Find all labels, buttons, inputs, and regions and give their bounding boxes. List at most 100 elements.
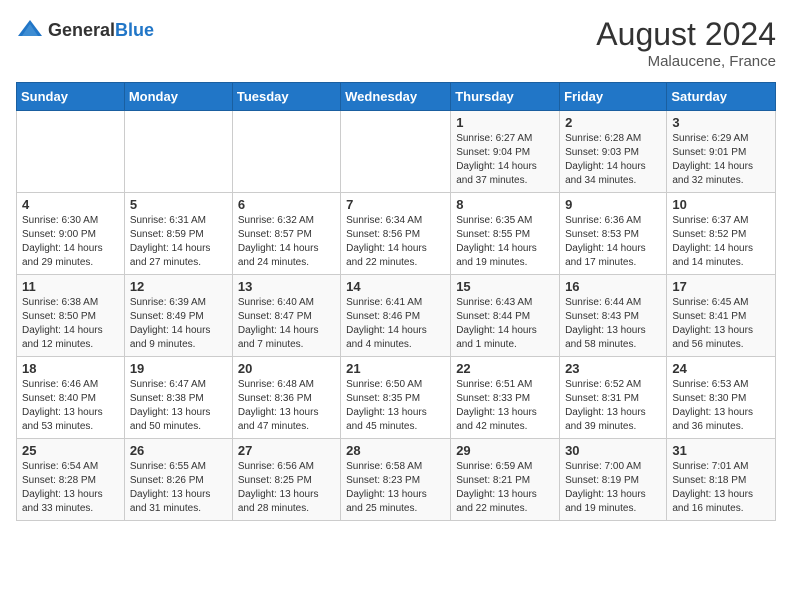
day-info: Sunrise: 6:41 AM Sunset: 8:46 PM Dayligh…: [346, 296, 445, 352]
calendar-cell: 4 Sunrise: 6:30 AM Sunset: 9:00 PM Daylig…: [17, 193, 125, 275]
calendar-cell: 27 Sunrise: 6:56 AM Sunset: 8:25 PM Dayli…: [232, 439, 340, 521]
calendar-week-row: 1 Sunrise: 6:27 AM Sunset: 9:04 PM Daylig…: [17, 111, 776, 193]
calendar-cell: 16Sunrise: 6:44 AM Sunset: 8:43 PM Dayli…: [560, 275, 667, 357]
day-info: Sunrise: 6:34 AM Sunset: 8:56 PM Dayligh…: [346, 214, 445, 270]
day-info: Sunrise: 6:36 AM Sunset: 8:53 PM Dayligh…: [565, 214, 661, 270]
day-info: Sunrise: 6:38 AM Sunset: 8:50 PM Dayligh…: [22, 296, 119, 352]
calendar-cell: 8Sunrise: 6:35 AM Sunset: 8:55 PM Daylig…: [451, 193, 560, 275]
col-header-tuesday: Tuesday: [232, 83, 340, 111]
calendar-header-row: SundayMondayTuesdayWednesdayThursdayFrid…: [17, 83, 776, 111]
calendar-cell: 21 Sunrise: 6:50 AM Sunset: 8:35 PM Dayli…: [341, 357, 451, 439]
page-header: GeneralBlue August 2024 Malaucene, Franc…: [16, 16, 776, 70]
day-info: Sunrise: 6:46 AM Sunset: 8:40 PM Dayligh…: [22, 378, 119, 434]
day-number: 15: [456, 279, 554, 294]
day-info: Sunrise: 6:50 AM Sunset: 8:35 PM Dayligh…: [346, 378, 445, 434]
calendar-cell: 20 Sunrise: 6:48 AM Sunset: 8:36 PM Dayli…: [232, 357, 340, 439]
location: Malaucene, France: [596, 53, 776, 70]
day-number: 20: [238, 361, 335, 376]
day-info: Sunrise: 6:40 AM Sunset: 8:47 PM Dayligh…: [238, 296, 335, 352]
col-header-thursday: Thursday: [451, 83, 560, 111]
day-number: 4: [22, 197, 119, 212]
day-info: Sunrise: 6:48 AM Sunset: 8:36 PM Dayligh…: [238, 378, 335, 434]
day-info: Sunrise: 7:00 AM Sunset: 8:19 PM Dayligh…: [565, 460, 661, 516]
calendar-cell: [232, 111, 340, 193]
calendar-cell: 15Sunrise: 6:43 AM Sunset: 8:44 PM Dayli…: [451, 275, 560, 357]
day-info: Sunrise: 6:58 AM Sunset: 8:23 PM Dayligh…: [346, 460, 445, 516]
calendar-cell: 5 Sunrise: 6:31 AM Sunset: 8:59 PM Daylig…: [124, 193, 232, 275]
col-header-saturday: Saturday: [667, 83, 776, 111]
day-info: Sunrise: 6:45 AM Sunset: 8:41 PM Dayligh…: [672, 296, 770, 352]
day-number: 6: [238, 197, 335, 212]
day-number: 27: [238, 443, 335, 458]
calendar-table: SundayMondayTuesdayWednesdayThursdayFrid…: [16, 82, 776, 521]
calendar-week-row: 18Sunrise: 6:46 AM Sunset: 8:40 PM Dayli…: [17, 357, 776, 439]
calendar-cell: 2 Sunrise: 6:28 AM Sunset: 9:03 PM Daylig…: [560, 111, 667, 193]
day-number: 12: [130, 279, 227, 294]
col-header-friday: Friday: [560, 83, 667, 111]
month-year: August 2024: [596, 16, 776, 53]
day-number: 23: [565, 361, 661, 376]
day-info: Sunrise: 6:44 AM Sunset: 8:43 PM Dayligh…: [565, 296, 661, 352]
calendar-cell: 22 Sunrise: 6:51 AM Sunset: 8:33 PM Dayli…: [451, 357, 560, 439]
calendar-cell: 30 Sunrise: 7:00 AM Sunset: 8:19 PM Dayli…: [560, 439, 667, 521]
calendar-cell: 26 Sunrise: 6:55 AM Sunset: 8:26 PM Dayli…: [124, 439, 232, 521]
calendar-cell: 9Sunrise: 6:36 AM Sunset: 8:53 PM Daylig…: [560, 193, 667, 275]
day-number: 30: [565, 443, 661, 458]
day-info: Sunrise: 6:39 AM Sunset: 8:49 PM Dayligh…: [130, 296, 227, 352]
title-block: August 2024 Malaucene, France: [596, 16, 776, 70]
day-info: Sunrise: 6:52 AM Sunset: 8:31 PM Dayligh…: [565, 378, 661, 434]
day-info: Sunrise: 6:55 AM Sunset: 8:26 PM Dayligh…: [130, 460, 227, 516]
calendar-cell: 7Sunrise: 6:34 AM Sunset: 8:56 PM Daylig…: [341, 193, 451, 275]
day-number: 1: [456, 115, 554, 130]
logo-text-general: General: [48, 20, 115, 40]
day-info: Sunrise: 6:51 AM Sunset: 8:33 PM Dayligh…: [456, 378, 554, 434]
calendar-cell: 29Sunrise: 6:59 AM Sunset: 8:21 PM Dayli…: [451, 439, 560, 521]
calendar-week-row: 4 Sunrise: 6:30 AM Sunset: 9:00 PM Daylig…: [17, 193, 776, 275]
day-info: Sunrise: 6:27 AM Sunset: 9:04 PM Dayligh…: [456, 132, 554, 188]
day-info: Sunrise: 6:31 AM Sunset: 8:59 PM Dayligh…: [130, 214, 227, 270]
logo-icon: [16, 16, 44, 44]
day-info: Sunrise: 6:29 AM Sunset: 9:01 PM Dayligh…: [672, 132, 770, 188]
day-number: 8: [456, 197, 554, 212]
logo-text-blue: Blue: [115, 20, 154, 40]
calendar-cell: 23 Sunrise: 6:52 AM Sunset: 8:31 PM Dayli…: [560, 357, 667, 439]
col-header-wednesday: Wednesday: [341, 83, 451, 111]
day-info: Sunrise: 6:30 AM Sunset: 9:00 PM Dayligh…: [22, 214, 119, 270]
calendar-cell: 14 Sunrise: 6:41 AM Sunset: 8:46 PM Dayli…: [341, 275, 451, 357]
day-number: 26: [130, 443, 227, 458]
calendar-week-row: 11 Sunrise: 6:38 AM Sunset: 8:50 PM Dayli…: [17, 275, 776, 357]
day-number: 17: [672, 279, 770, 294]
day-info: Sunrise: 6:53 AM Sunset: 8:30 PM Dayligh…: [672, 378, 770, 434]
day-number: 24: [672, 361, 770, 376]
calendar-cell: 6Sunrise: 6:32 AM Sunset: 8:57 PM Daylig…: [232, 193, 340, 275]
day-number: 28: [346, 443, 445, 458]
day-number: 5: [130, 197, 227, 212]
col-header-monday: Monday: [124, 83, 232, 111]
day-number: 21: [346, 361, 445, 376]
day-number: 11: [22, 279, 119, 294]
day-number: 25: [22, 443, 119, 458]
day-info: Sunrise: 6:37 AM Sunset: 8:52 PM Dayligh…: [672, 214, 770, 270]
calendar-cell: 1 Sunrise: 6:27 AM Sunset: 9:04 PM Daylig…: [451, 111, 560, 193]
calendar-cell: 31 Sunrise: 7:01 AM Sunset: 8:18 PM Dayli…: [667, 439, 776, 521]
day-number: 2: [565, 115, 661, 130]
day-info: Sunrise: 6:28 AM Sunset: 9:03 PM Dayligh…: [565, 132, 661, 188]
calendar-cell: [341, 111, 451, 193]
calendar-cell: 25 Sunrise: 6:54 AM Sunset: 8:28 PM Dayli…: [17, 439, 125, 521]
calendar-cell: 19Sunrise: 6:47 AM Sunset: 8:38 PM Dayli…: [124, 357, 232, 439]
day-info: Sunrise: 7:01 AM Sunset: 8:18 PM Dayligh…: [672, 460, 770, 516]
calendar-cell: 11 Sunrise: 6:38 AM Sunset: 8:50 PM Dayli…: [17, 275, 125, 357]
day-number: 14: [346, 279, 445, 294]
calendar-cell: 10 Sunrise: 6:37 AM Sunset: 8:52 PM Dayli…: [667, 193, 776, 275]
day-number: 22: [456, 361, 554, 376]
day-info: Sunrise: 6:54 AM Sunset: 8:28 PM Dayligh…: [22, 460, 119, 516]
day-number: 10: [672, 197, 770, 212]
calendar-cell: 13 Sunrise: 6:40 AM Sunset: 8:47 PM Dayli…: [232, 275, 340, 357]
calendar-week-row: 25 Sunrise: 6:54 AM Sunset: 8:28 PM Dayli…: [17, 439, 776, 521]
day-number: 31: [672, 443, 770, 458]
day-info: Sunrise: 6:56 AM Sunset: 8:25 PM Dayligh…: [238, 460, 335, 516]
col-header-sunday: Sunday: [17, 83, 125, 111]
day-number: 13: [238, 279, 335, 294]
calendar-cell: 18Sunrise: 6:46 AM Sunset: 8:40 PM Dayli…: [17, 357, 125, 439]
day-info: Sunrise: 6:47 AM Sunset: 8:38 PM Dayligh…: [130, 378, 227, 434]
